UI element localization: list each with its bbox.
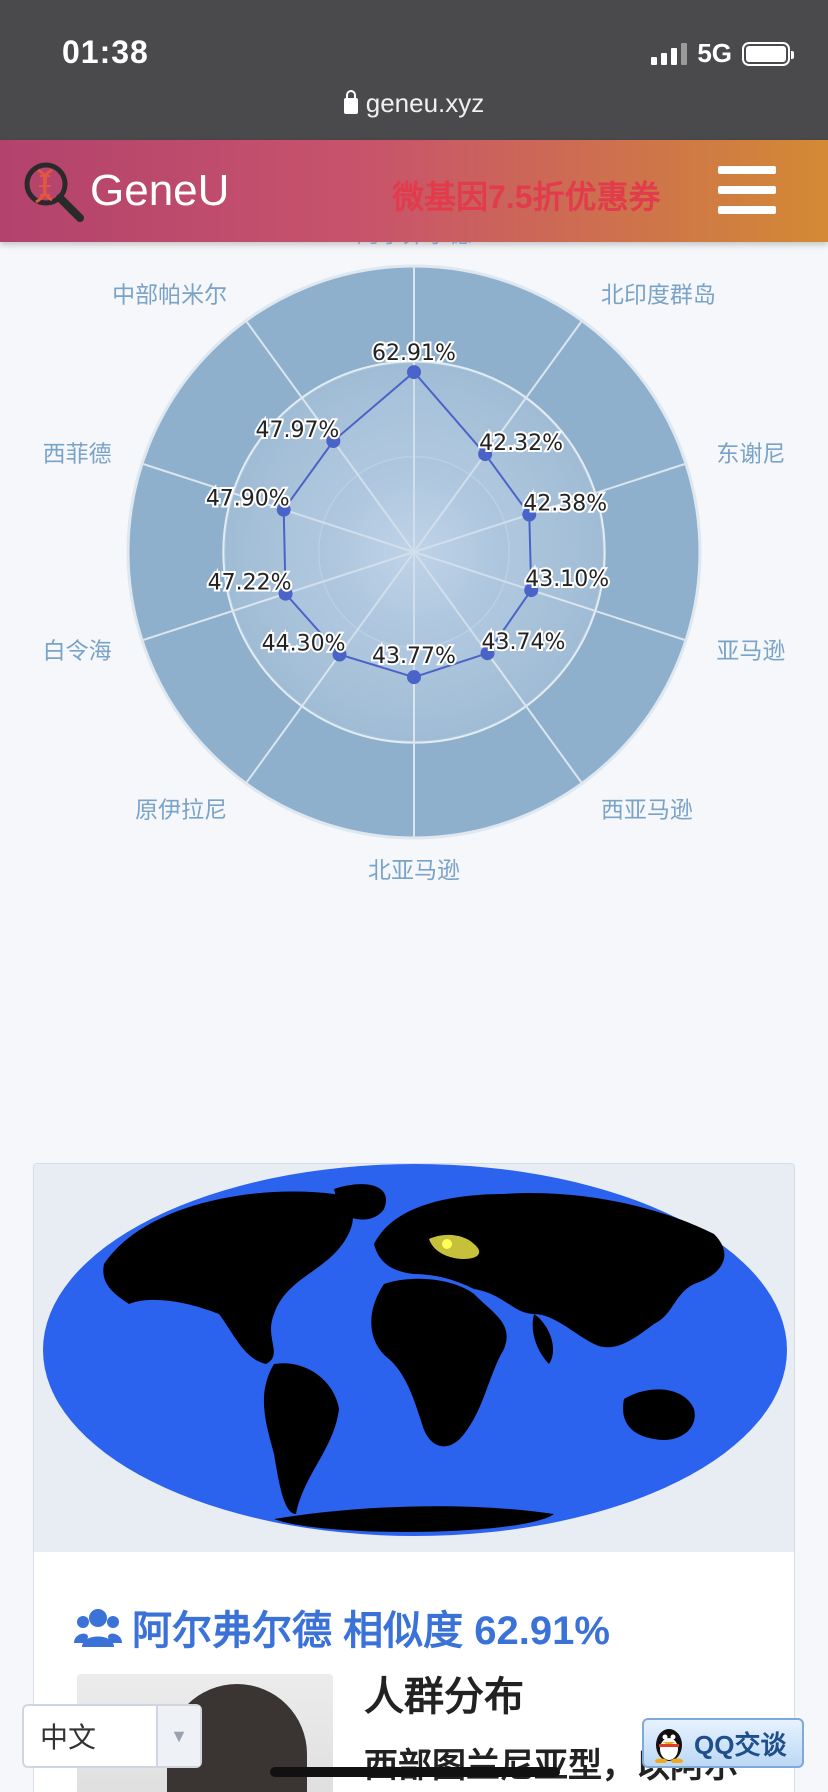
menu-bar-icon <box>718 186 776 194</box>
status-time: 01:38 <box>62 34 149 70</box>
world-map-graphic <box>43 1164 787 1536</box>
radar-value-label: 44.30% <box>262 632 346 657</box>
network-type: 5G <box>697 38 732 68</box>
radar-value-label: 43.74% <box>482 630 566 655</box>
hamburger-menu-button[interactable] <box>718 166 776 214</box>
location-marker-icon <box>442 1239 452 1249</box>
radar-category-label: 阿尔弗尔德 <box>357 242 472 248</box>
battery-icon <box>742 41 794 66</box>
radar-value-label: 43.77% <box>372 644 456 669</box>
radar-category-label: 中部帕米尔 <box>112 283 227 309</box>
chevron-down-icon: ▼ <box>156 1706 200 1766</box>
home-indicator <box>270 1767 560 1777</box>
menu-bar-icon <box>718 166 776 174</box>
similarity-heading-text: 阿尔弗尔德 相似度 62.91% <box>132 1609 610 1653</box>
radar-category-label: 白令海 <box>43 638 112 664</box>
radar-value-label: 47.90% <box>206 487 290 512</box>
signal-icon <box>651 42 688 65</box>
site-logo[interactable]: GeneU <box>22 160 229 222</box>
radar-category-label: 西亚马逊 <box>601 797 693 823</box>
radar-data-point <box>407 670 421 685</box>
world-map <box>34 1164 794 1552</box>
radar-category-label: 北印度群岛 <box>601 283 716 309</box>
status-indicators: 5G <box>651 38 794 69</box>
promo-link[interactable]: 微基因7.5折优惠券 <box>392 172 661 218</box>
ancestry-radar-chart: 阿尔弗尔德北印度群岛东谢尼亚马逊西亚马逊北亚马逊原伊拉尼白令海西菲德中部帕米尔 … <box>43 242 786 884</box>
population-card: 阿尔弗尔德 相似度 62.91% 人群分布 西部图兰尼亚型，以阿尔 <box>33 1163 795 1792</box>
radar-value-label: 43.10% <box>525 567 609 592</box>
distribution-title: 人群分布 <box>364 1675 524 1719</box>
radar-value-label: 42.32% <box>479 431 563 456</box>
language-select[interactable]: 中文 ▼ <box>22 1704 202 1768</box>
radar-value-label: 47.22% <box>208 571 292 596</box>
dna-magnifier-icon <box>24 162 84 222</box>
radar-data-point <box>407 365 421 380</box>
qq-chat-button[interactable]: QQ交谈 <box>642 1718 804 1768</box>
radar-value-label: 62.91% <box>372 341 456 366</box>
site-header: GeneU 微基因7.5折优惠券 <box>0 140 828 242</box>
radar-category-label: 亚马逊 <box>716 638 785 664</box>
radar-category-label: 东谢尼 <box>716 442 785 468</box>
qq-chat-label: QQ交谈 <box>694 1729 787 1760</box>
radar-value-label: 47.97% <box>255 418 339 443</box>
radar-category-label: 西菲德 <box>43 442 112 468</box>
users-icon <box>74 1609 122 1647</box>
language-selected: 中文 <box>40 1722 97 1753</box>
lock-icon <box>343 90 358 114</box>
similarity-heading: 阿尔弗尔德 相似度 62.91% <box>74 1598 610 1656</box>
browser-chrome: 01:38 5G geneu.xyz <box>0 0 828 140</box>
qq-penguin-icon <box>655 1729 683 1763</box>
url-text: geneu.xyz <box>365 88 485 118</box>
menu-bar-icon <box>718 206 776 214</box>
url-bar[interactable]: geneu.xyz <box>0 88 828 119</box>
radar-value-label: 42.38% <box>523 492 607 517</box>
logo-text: GeneU <box>90 166 230 215</box>
radar-category-label: 北亚马逊 <box>368 858 460 884</box>
radar-category-label: 原伊拉尼 <box>135 797 227 823</box>
